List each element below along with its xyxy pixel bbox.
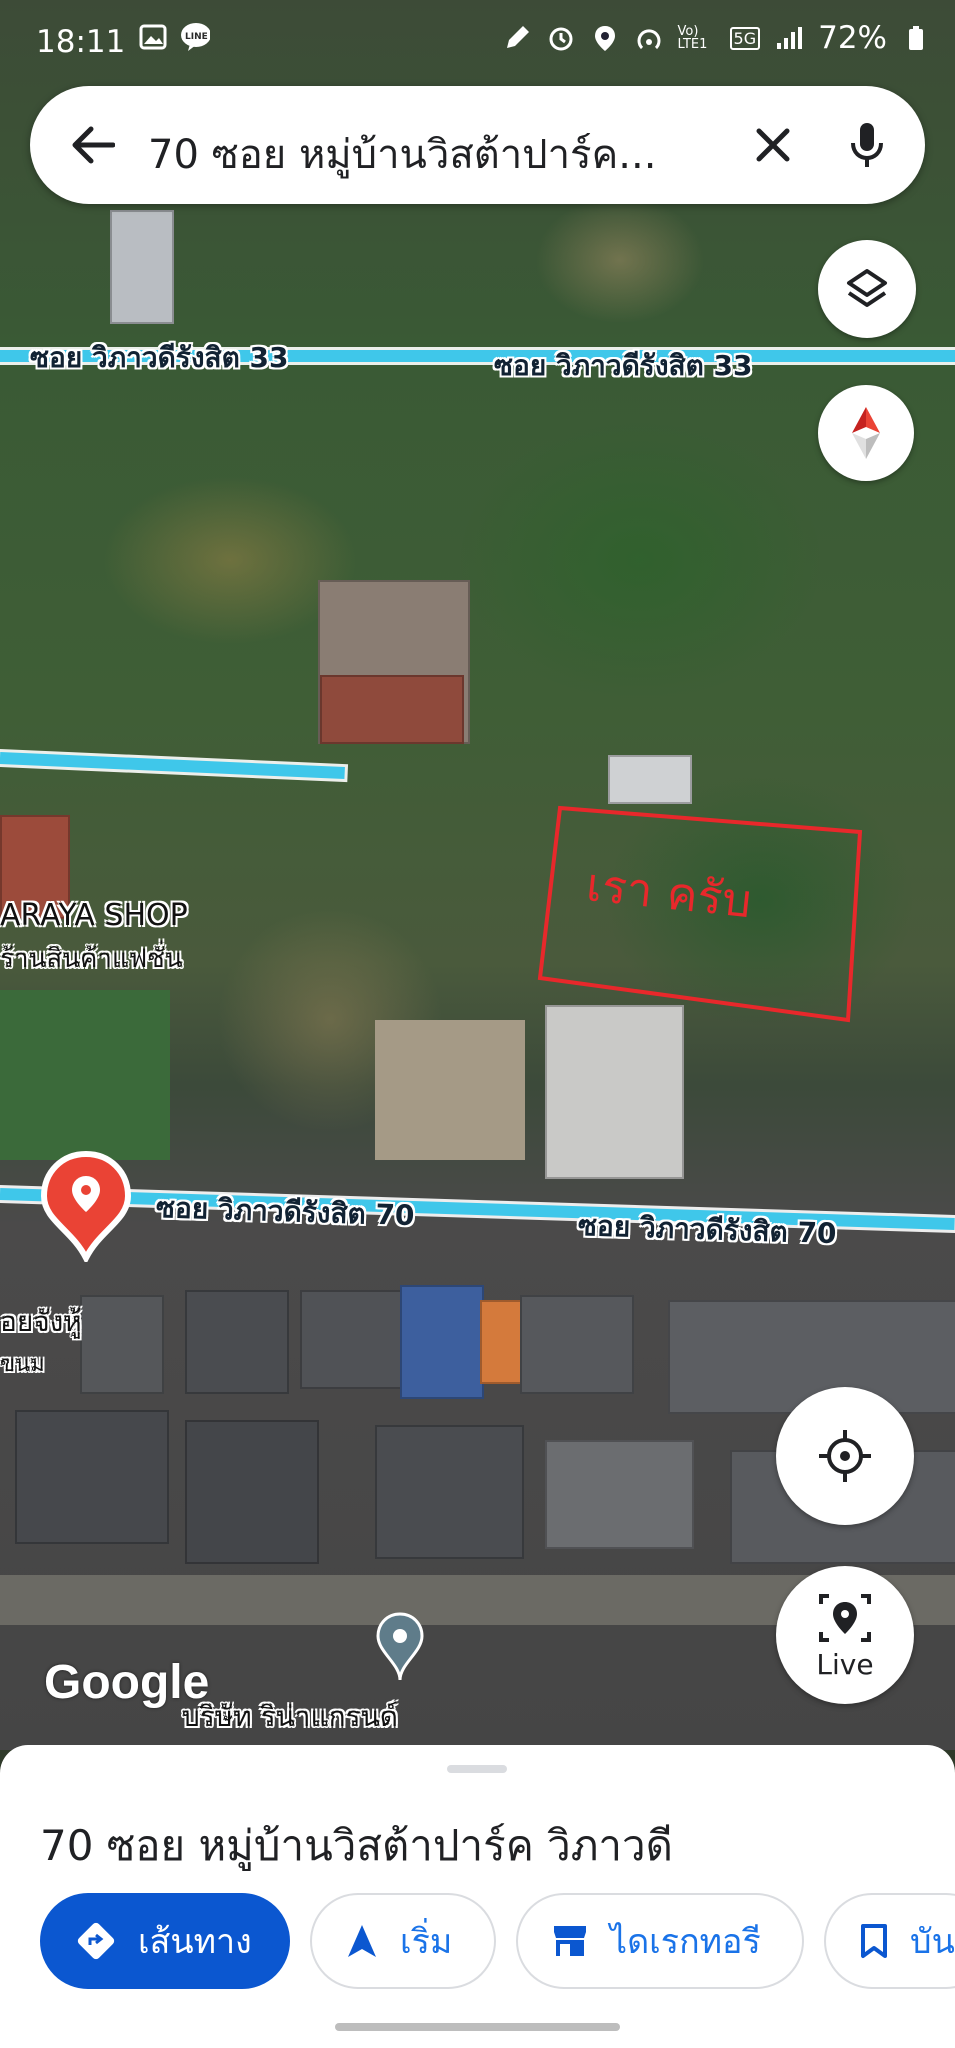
navigation-arrow-icon xyxy=(348,1925,376,1957)
close-icon xyxy=(756,128,790,162)
layers-button[interactable] xyxy=(818,240,916,338)
road-label: ซอย วิภาวดีรังสิต 70 xyxy=(577,1208,837,1251)
road-segment xyxy=(0,752,345,780)
start-label: เริ่ม xyxy=(400,1922,453,1962)
place-label-partial: ขนม xyxy=(0,1352,45,1377)
directory-label: ไดเรกทอรี xyxy=(610,1922,761,1962)
live-view-icon xyxy=(819,1593,871,1642)
building-roof xyxy=(545,1005,684,1179)
drag-handle[interactable] xyxy=(447,1765,507,1773)
start-button[interactable]: เริ่ม xyxy=(310,1893,496,1989)
line-app-icon: LINE xyxy=(180,22,210,52)
compass-icon xyxy=(852,407,880,459)
directions-icon xyxy=(77,1922,115,1960)
clear-search-button[interactable] xyxy=(748,120,798,170)
road-label: ซอย วิภาวดีรังสิต 70 xyxy=(155,1190,415,1233)
directory-button[interactable]: ไดเรกทอรี xyxy=(516,1893,804,1989)
selected-location-pin[interactable] xyxy=(40,1150,132,1265)
battery-icon xyxy=(901,23,931,53)
place-category-label: ร้านสินค้าแฟชั่น xyxy=(0,944,183,974)
status-bar: 18:11 LINE Vo) LTE1 5G 72% xyxy=(0,0,955,84)
svg-text:LINE: LINE xyxy=(185,32,208,42)
network-label: Vo) LTE1 xyxy=(677,24,708,52)
search-bar[interactable]: 70 ซอย หมู่บ้านวิสต้าปาร์ค... xyxy=(30,86,925,204)
my-location-button[interactable] xyxy=(776,1387,914,1525)
building-roof xyxy=(375,1425,524,1559)
bookmark-icon xyxy=(861,1924,887,1958)
layers-icon xyxy=(847,269,887,307)
dirt-lot xyxy=(375,1020,525,1160)
voice-search-button[interactable] xyxy=(842,120,892,170)
mic-icon xyxy=(851,123,883,167)
my-location-icon xyxy=(819,1430,871,1482)
place-title: 70 ซอย หมู่บ้านวิสต้าปาร์ค วิภาวดี xyxy=(40,1821,673,1870)
gallery-icon xyxy=(138,22,168,52)
road-label: ซอย วิภาวดีรังสิต 33 xyxy=(494,349,753,382)
directions-button[interactable]: เส้นทาง xyxy=(40,1893,290,1989)
battery-percent: 72% xyxy=(818,20,887,56)
store-icon xyxy=(554,1926,586,1956)
building-roof xyxy=(185,1290,289,1394)
location-icon xyxy=(590,23,620,53)
building-roof xyxy=(608,755,692,804)
network-type: 5G xyxy=(729,26,761,50)
annotation-outline xyxy=(537,805,863,1023)
status-time: 18:11 xyxy=(36,24,126,60)
building-roof xyxy=(80,1295,164,1394)
building-roof xyxy=(15,1410,169,1544)
directions-label: เส้นทาง xyxy=(138,1922,252,1962)
building-roof xyxy=(300,1290,404,1389)
annotation-text: เรา ครับ xyxy=(584,857,754,928)
building-roof-blue xyxy=(400,1285,484,1399)
search-query-text[interactable]: 70 ซอย หมู่บ้านวิสต้าปาร์ค... xyxy=(148,122,728,186)
arrow-back-icon xyxy=(72,126,115,164)
road-label: ซอย วิภาวดีรังสิต 33 xyxy=(30,341,289,374)
building-roof xyxy=(320,675,464,744)
gesture-nav-bar[interactable] xyxy=(335,2023,620,2031)
compass-button[interactable] xyxy=(818,385,914,481)
place-label-araya-shop[interactable]: ARAYA SHOP xyxy=(0,898,188,933)
building-roof xyxy=(545,1440,694,1549)
edit-icon xyxy=(502,23,532,53)
save-label: บัน xyxy=(910,1922,955,1962)
building-roof-orange xyxy=(480,1300,524,1384)
green-field xyxy=(0,990,170,1160)
action-chips: เส้นทาง เริ่ม ไดเรกทอรี บัน xyxy=(40,1893,955,1989)
alarm-icon xyxy=(546,23,576,53)
location-pin-icon xyxy=(40,1150,132,1265)
building-roof xyxy=(110,210,174,324)
building-roof xyxy=(520,1295,634,1394)
place-label-company[interactable]: บริษัท ริน่าแกรนด์ xyxy=(182,1695,398,1739)
hotspot-icon xyxy=(634,23,664,53)
place-bottom-sheet[interactable]: 70 ซอย หมู่บ้านวิสต้าปาร์ค วิภาวดี เส้นท… xyxy=(0,1745,955,2048)
building-roof xyxy=(185,1420,319,1564)
back-button[interactable] xyxy=(68,120,118,170)
signal-icon xyxy=(774,23,804,53)
live-label: Live xyxy=(816,1647,874,1681)
place-label-partial[interactable]: อยจังหู้ xyxy=(0,1300,82,1344)
live-view-button[interactable]: Live xyxy=(776,1566,914,1704)
google-logo: Google xyxy=(44,1656,210,1709)
poi-pin[interactable] xyxy=(376,1612,424,1682)
poi-pin-icon xyxy=(376,1612,424,1681)
save-button[interactable]: บัน xyxy=(824,1893,955,1989)
